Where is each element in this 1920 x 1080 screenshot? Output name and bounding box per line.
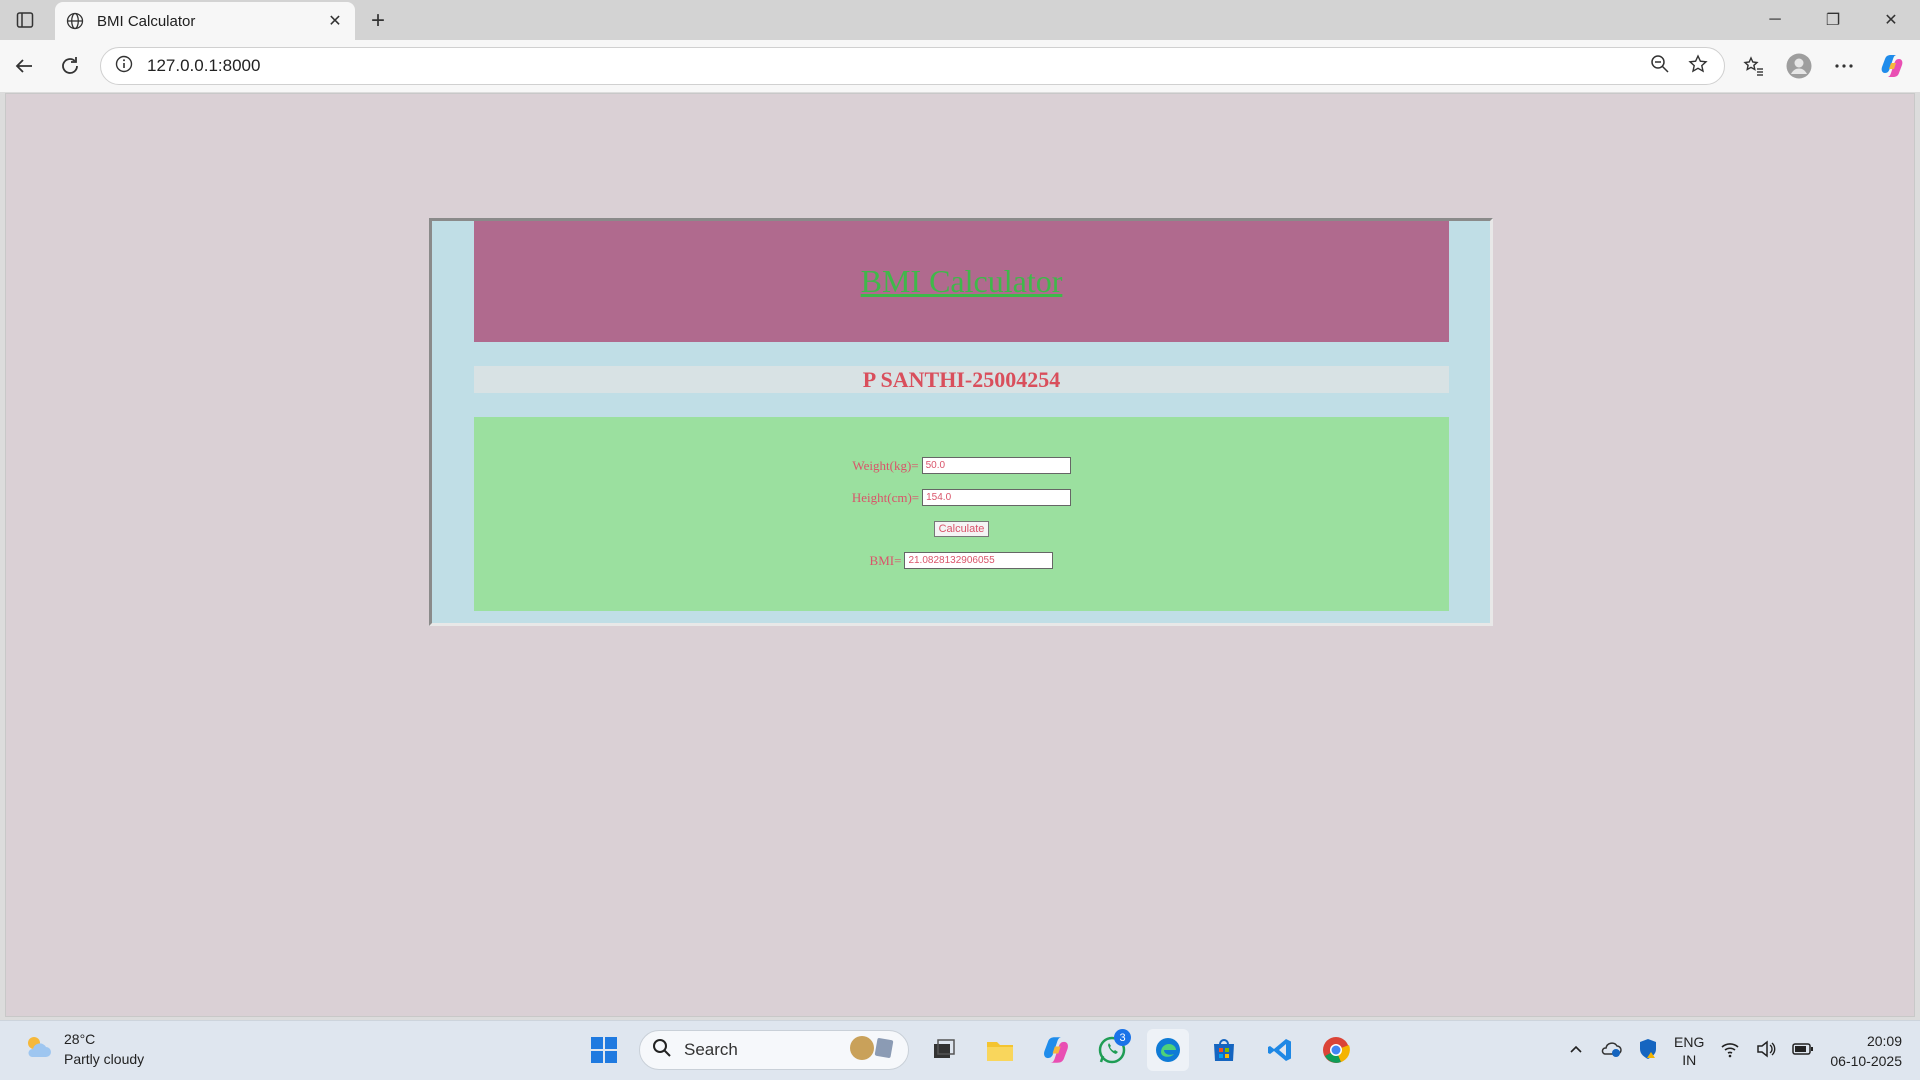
bmi-row: BMI=: [474, 552, 1449, 569]
height-input[interactable]: [922, 489, 1072, 506]
clock-time: 20:09: [1866, 1033, 1902, 1049]
copilot-icon[interactable]: [1878, 52, 1906, 80]
restore-icon[interactable]: ❐: [1804, 0, 1862, 40]
height-label: Height(cm)=: [851, 489, 920, 505]
partly-cloudy-icon: [22, 1031, 54, 1068]
whatsapp-badge: 3: [1114, 1029, 1131, 1046]
weight-label: Weight(kg)=: [852, 457, 919, 473]
file-explorer-icon[interactable]: [979, 1029, 1021, 1071]
student-name: P SANTHI-25004254: [862, 366, 1061, 392]
clock[interactable]: 20:09 06-10-2025: [1830, 1031, 1902, 1071]
security-shield-icon[interactable]: [1638, 1038, 1658, 1065]
taskbar-search[interactable]: Search: [639, 1030, 909, 1070]
favorite-star-icon[interactable]: [1688, 53, 1708, 79]
new-tab-icon[interactable]: +: [365, 7, 391, 34]
url-text: 127.0.0.1:8000: [147, 56, 261, 75]
bmi-output[interactable]: [904, 552, 1054, 569]
volume-icon[interactable]: [1756, 1039, 1776, 1063]
search-highlight-icon: [848, 1034, 896, 1067]
weather-desc: Partly cloudy: [64, 1051, 145, 1067]
student-name-bar: P SANTHI-25004254: [474, 366, 1449, 393]
chevron-up-icon[interactable]: [1568, 1041, 1584, 1062]
system-tray: ENG IN 20:09 06-10-2025: [1568, 1029, 1902, 1073]
language-indicator[interactable]: ENG IN: [1674, 1033, 1704, 1069]
close-tab-icon[interactable]: ✕: [325, 11, 345, 31]
minimize-icon[interactable]: ─: [1746, 0, 1804, 40]
header-banner: BMI Calculator: [474, 221, 1449, 342]
lang-line2: IN: [1682, 1052, 1697, 1068]
taskbar: 28°C Partly cloudy Search 3 ENG IN 20:09…: [0, 1020, 1920, 1080]
task-view-icon[interactable]: [923, 1029, 965, 1071]
battery-icon[interactable]: [1792, 1042, 1814, 1061]
weight-input[interactable]: [921, 457, 1071, 474]
clock-date: 06-10-2025: [1830, 1053, 1902, 1069]
bmi-form: Weight(kg)= Height(cm)= Calculate BMI=: [474, 417, 1449, 611]
favorites-icon[interactable]: [1740, 52, 1768, 80]
calculate-button[interactable]: Calculate: [933, 521, 990, 537]
copilot-app-icon[interactable]: [1035, 1029, 1077, 1071]
site-info-icon[interactable]: [115, 55, 133, 78]
weight-row: Weight(kg)=: [474, 457, 1449, 474]
wifi-icon[interactable]: [1720, 1040, 1740, 1063]
windows-start-icon[interactable]: [583, 1029, 625, 1071]
vscode-icon[interactable]: [1259, 1029, 1301, 1071]
browser-toolbar: 127.0.0.1:8000: [0, 40, 1920, 92]
browser-tab[interactable]: BMI Calculator ✕: [55, 2, 355, 40]
chrome-icon[interactable]: [1315, 1029, 1357, 1071]
page-viewport: BMI Calculator P SANTHI-25004254 Weight(…: [5, 93, 1915, 1017]
search-icon: [652, 1038, 672, 1063]
close-window-icon[interactable]: ✕: [1862, 0, 1920, 40]
weather-temp: 28°C: [64, 1031, 96, 1047]
address-bar[interactable]: 127.0.0.1:8000: [100, 47, 1725, 85]
bmi-label: BMI=: [869, 552, 902, 568]
onedrive-icon[interactable]: [1600, 1040, 1622, 1063]
search-label: Search: [684, 1040, 738, 1059]
microsoft-store-icon[interactable]: [1203, 1029, 1245, 1071]
page-title[interactable]: BMI Calculator: [861, 263, 1063, 300]
lang-line1: ENG: [1674, 1034, 1705, 1050]
edge-browser-icon[interactable]: [1147, 1029, 1189, 1071]
tab-bar: BMI Calculator ✕ + ─ ❐ ✕: [0, 0, 1920, 40]
whatsapp-icon[interactable]: 3: [1091, 1029, 1133, 1071]
bmi-app-container: BMI Calculator P SANTHI-25004254 Weight(…: [429, 218, 1493, 626]
calculate-row: Calculate: [474, 521, 1449, 537]
back-icon[interactable]: [10, 52, 38, 80]
globe-icon: [65, 11, 85, 31]
window-controls: ─ ❐ ✕: [1746, 0, 1920, 40]
more-options-icon[interactable]: [1830, 52, 1858, 80]
refresh-icon[interactable]: [56, 52, 84, 80]
tab-actions-icon[interactable]: [10, 8, 40, 32]
weather-widget[interactable]: 28°C Partly cloudy: [22, 1029, 144, 1069]
profile-avatar-icon[interactable]: [1785, 52, 1813, 80]
tab-title: BMI Calculator: [97, 12, 196, 30]
zoom-out-icon[interactable]: [1650, 54, 1670, 79]
height-row: Height(cm)=: [474, 489, 1449, 506]
taskbar-apps: Search 3: [583, 1029, 1357, 1071]
